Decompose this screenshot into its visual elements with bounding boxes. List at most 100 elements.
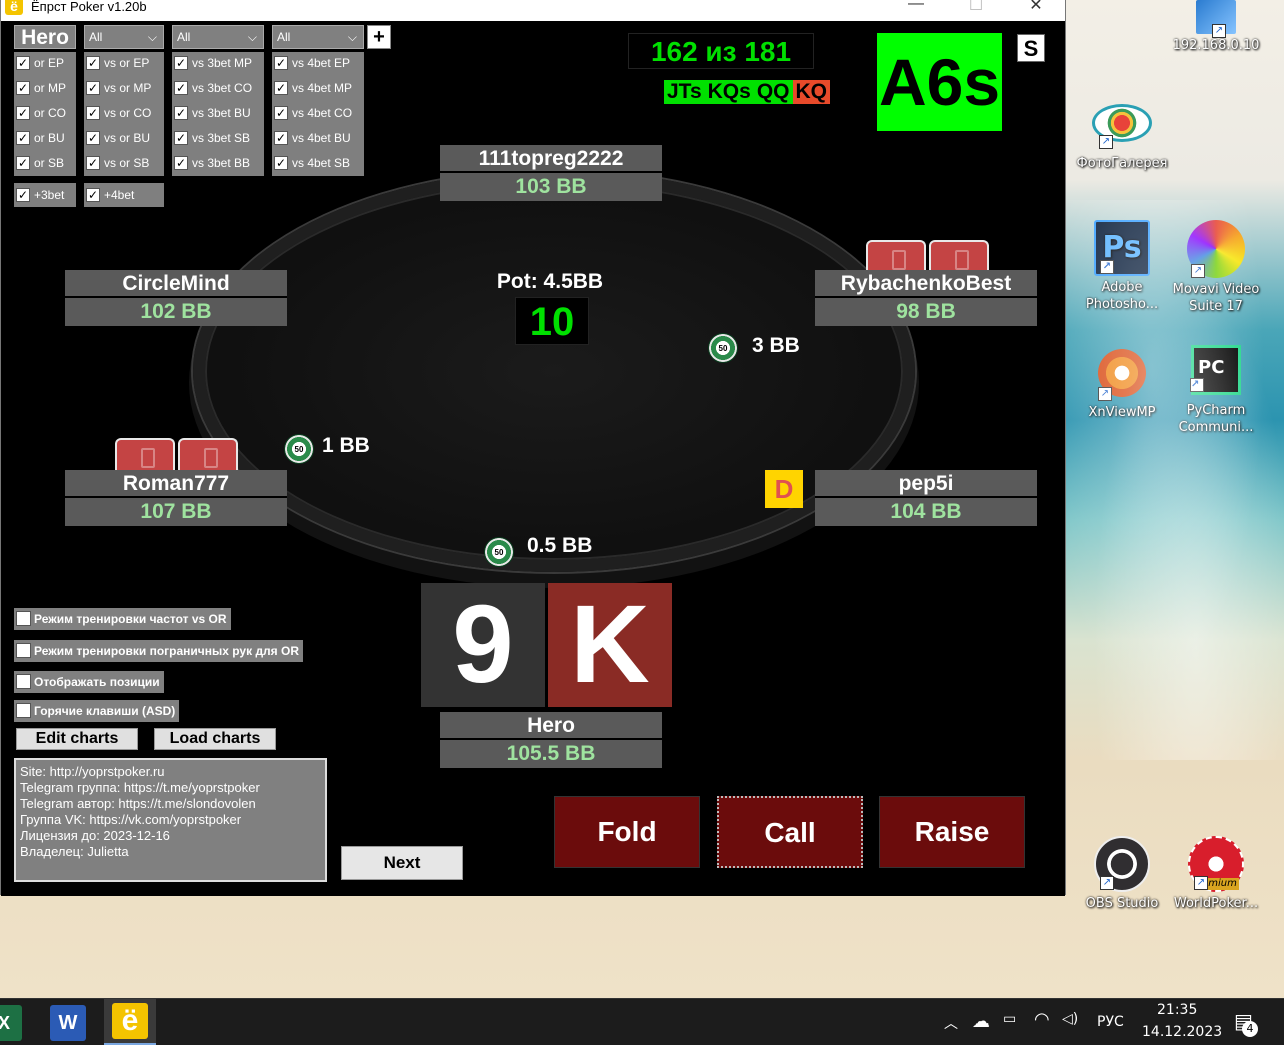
filter-checkbox-col2-1[interactable]: ✓ vs or MP xyxy=(84,77,151,99)
chevron-down-icon: ⌵ xyxy=(147,30,157,44)
player-name: RybachenkoBest xyxy=(815,270,1037,298)
player-stack: 105.5 BB xyxy=(440,740,662,768)
filter-checkbox-col3-4[interactable]: ✓ vs 3bet BB xyxy=(172,152,250,174)
filter-checkbox-col3-2[interactable]: ✓ vs 3bet BU xyxy=(172,102,251,124)
volume-icon[interactable]: ◁) xyxy=(1062,1011,1078,1027)
checkbox-train-freq[interactable]: Режим тренировки частот vs OR xyxy=(14,608,231,630)
battery-icon[interactable]: ▭ xyxy=(1003,1011,1016,1027)
clock-date[interactable]: 14.12.2023 xyxy=(1142,1024,1222,1040)
desktop-icon-photoshop[interactable]: Ps ↗ Adobe Photosho... xyxy=(1074,220,1170,314)
player-name: CircleMind xyxy=(65,270,287,298)
check-icon: ✓ xyxy=(16,188,30,202)
notification-count: 4 xyxy=(1242,1021,1258,1037)
s-button[interactable]: S xyxy=(1017,34,1045,62)
hand-chip-red: KQ xyxy=(792,80,830,104)
checkbox-hotkeys[interactable]: Горячие клавиши (ASD) xyxy=(14,700,180,722)
filter-checkbox-col4-4[interactable]: ✓ vs 4bet SB xyxy=(272,152,350,174)
checkbox-plus-3bet[interactable]: ✓ +3bet xyxy=(14,184,64,206)
checkbox-train-border[interactable]: Режим тренировки пограничных рук для OR xyxy=(14,640,304,662)
filter-checkbox-col1-1[interactable]: ✓ or MP xyxy=(14,77,66,99)
filter-checkbox-col1-0[interactable]: ✓ or EP xyxy=(14,52,64,74)
check-icon: ✓ xyxy=(174,131,188,145)
next-button[interactable]: Next xyxy=(341,846,463,880)
filter-checkbox-col2-0[interactable]: ✓ vs or EP xyxy=(84,52,149,74)
info-box: Site: http://yoprstpoker.ru Telegram гру… xyxy=(14,758,327,882)
filter-checkbox-col4-3[interactable]: ✓ vs 4bet BU xyxy=(272,127,351,149)
player-name: Hero xyxy=(440,712,662,740)
wifi-icon[interactable]: ◠ xyxy=(1034,1009,1050,1030)
filter-checkbox-col2-3[interactable]: ✓ vs or BU xyxy=(84,127,150,149)
filter-dropdown-1[interactable]: All ⌵ xyxy=(84,25,164,49)
filter-checkbox-col4-1[interactable]: ✓ vs 4bet MP xyxy=(272,77,352,99)
poker-table-felt xyxy=(193,170,915,572)
check-icon: ✓ xyxy=(274,156,288,170)
hands-strip: JTs KQs QQ KQ xyxy=(664,80,830,104)
filter-checkbox-col4-2[interactable]: ✓ vs 4bet CO xyxy=(272,102,352,124)
filter-dropdown-3[interactable]: All ⌵ xyxy=(272,25,364,49)
check-icon: ✓ xyxy=(86,56,100,70)
call-button[interactable]: Call xyxy=(716,795,864,869)
checkbox-box xyxy=(16,643,31,658)
check-icon: ✓ xyxy=(86,106,100,120)
filter-checkbox-col2-2[interactable]: ✓ vs or CO xyxy=(84,102,151,124)
checkbox-plus-4bet[interactable]: ✓ +4bet xyxy=(84,184,134,206)
add-filter-button[interactable]: + xyxy=(367,25,391,49)
filter-checkbox-col1-2[interactable]: ✓ or CO xyxy=(14,102,66,124)
close-button[interactable]: ✕ xyxy=(1013,0,1059,15)
desktop-icon-photogallery[interactable]: ↗ ФотоГалерея xyxy=(1074,104,1170,173)
check-icon: ✓ xyxy=(86,156,100,170)
player-seat-top: 111topreg2222 103 BB xyxy=(440,145,662,201)
desktop-icon-xnview[interactable]: ↗ XnViewMP xyxy=(1074,345,1170,422)
show-hidden-icons[interactable]: ︿ xyxy=(944,1013,958,1033)
monitor-icon: ↗ xyxy=(1196,0,1236,38)
filter-checkbox-col1-3[interactable]: ✓ or BU xyxy=(14,127,65,149)
clock-time[interactable]: 21:35 xyxy=(1157,1002,1197,1018)
chevron-down-icon: ⌵ xyxy=(247,30,257,44)
raise-button[interactable]: Raise xyxy=(879,796,1025,868)
desktop-icon-movavi[interactable]: ↗ Movavi Video Suite 17 xyxy=(1168,220,1264,316)
filter-checkbox-col2-4[interactable]: ✓ vs or SB xyxy=(84,152,149,174)
pycharm-icon: PC ↗ xyxy=(1190,345,1241,395)
desktop-icon-obs[interactable]: ↗ OBS Studio xyxy=(1074,836,1170,913)
checkbox-show-positions[interactable]: Отображать позиции xyxy=(14,671,164,693)
dealer-button: D xyxy=(765,470,803,508)
word-icon[interactable]: W xyxy=(50,1005,86,1041)
taskbar-active-app[interactable]: ё xyxy=(104,999,156,1045)
current-hand-range: A6s xyxy=(877,33,1002,131)
player-seat-right-top: RybachenkoBest 98 BB xyxy=(815,270,1037,326)
player-stack: 103 BB xyxy=(440,173,662,201)
info-line: Telegram автор: https://t.me/slondovolen xyxy=(20,796,256,811)
check-icon: ✓ xyxy=(174,106,188,120)
filter-checkbox-col3-3[interactable]: ✓ vs 3bet SB xyxy=(172,127,250,149)
check-icon: ✓ xyxy=(16,56,30,70)
filter-checkbox-col3-0[interactable]: ✓ vs 3bet MP xyxy=(172,52,252,74)
load-charts-button[interactable]: Load charts xyxy=(154,728,276,750)
check-icon: ✓ xyxy=(174,81,188,95)
filter-checkbox-col3-1[interactable]: ✓ vs 3bet CO xyxy=(172,77,252,99)
player-stack: 102 BB xyxy=(65,298,287,326)
player-stack: 98 BB xyxy=(815,298,1037,326)
player-name: 111topreg2222 xyxy=(440,145,662,173)
hand-chip: JTs xyxy=(664,80,705,104)
hand-chip: KQs xyxy=(704,80,754,104)
card-back xyxy=(929,240,989,274)
chip-icon: 50 xyxy=(284,434,314,464)
filter-dropdown-2[interactable]: All ⌵ xyxy=(172,25,264,49)
player-name: pep5i xyxy=(815,470,1037,498)
language-indicator[interactable]: РУС xyxy=(1097,1014,1124,1030)
check-icon: ✓ xyxy=(86,131,100,145)
excel-icon[interactable]: X xyxy=(0,1005,22,1041)
filter-checkbox-col1-4[interactable]: ✓ or SB xyxy=(14,152,64,174)
movavi-icon: ↗ xyxy=(1187,220,1245,278)
desktop-icon-network[interactable]: ↗ 192.168.0.10 xyxy=(1168,0,1264,55)
maximize-button[interactable]: ☐ xyxy=(953,0,999,15)
edit-charts-button[interactable]: Edit charts xyxy=(16,728,138,750)
desktop-icon-pycharm[interactable]: PC ↗ PyCharm Communi... xyxy=(1168,345,1264,437)
minimize-button[interactable]: — xyxy=(893,0,939,15)
fold-button[interactable]: Fold xyxy=(554,796,700,868)
desktop-icon-worldpoker[interactable]: remium ↗ WorldPoker... xyxy=(1168,836,1264,913)
chevron-down-icon: ⌵ xyxy=(347,30,357,44)
notifications-icon[interactable]: ▤ 4 xyxy=(1234,1009,1258,1037)
filter-checkbox-col4-0[interactable]: ✓ vs 4bet EP xyxy=(272,52,350,74)
onedrive-icon[interactable]: ☁ xyxy=(972,1011,990,1032)
